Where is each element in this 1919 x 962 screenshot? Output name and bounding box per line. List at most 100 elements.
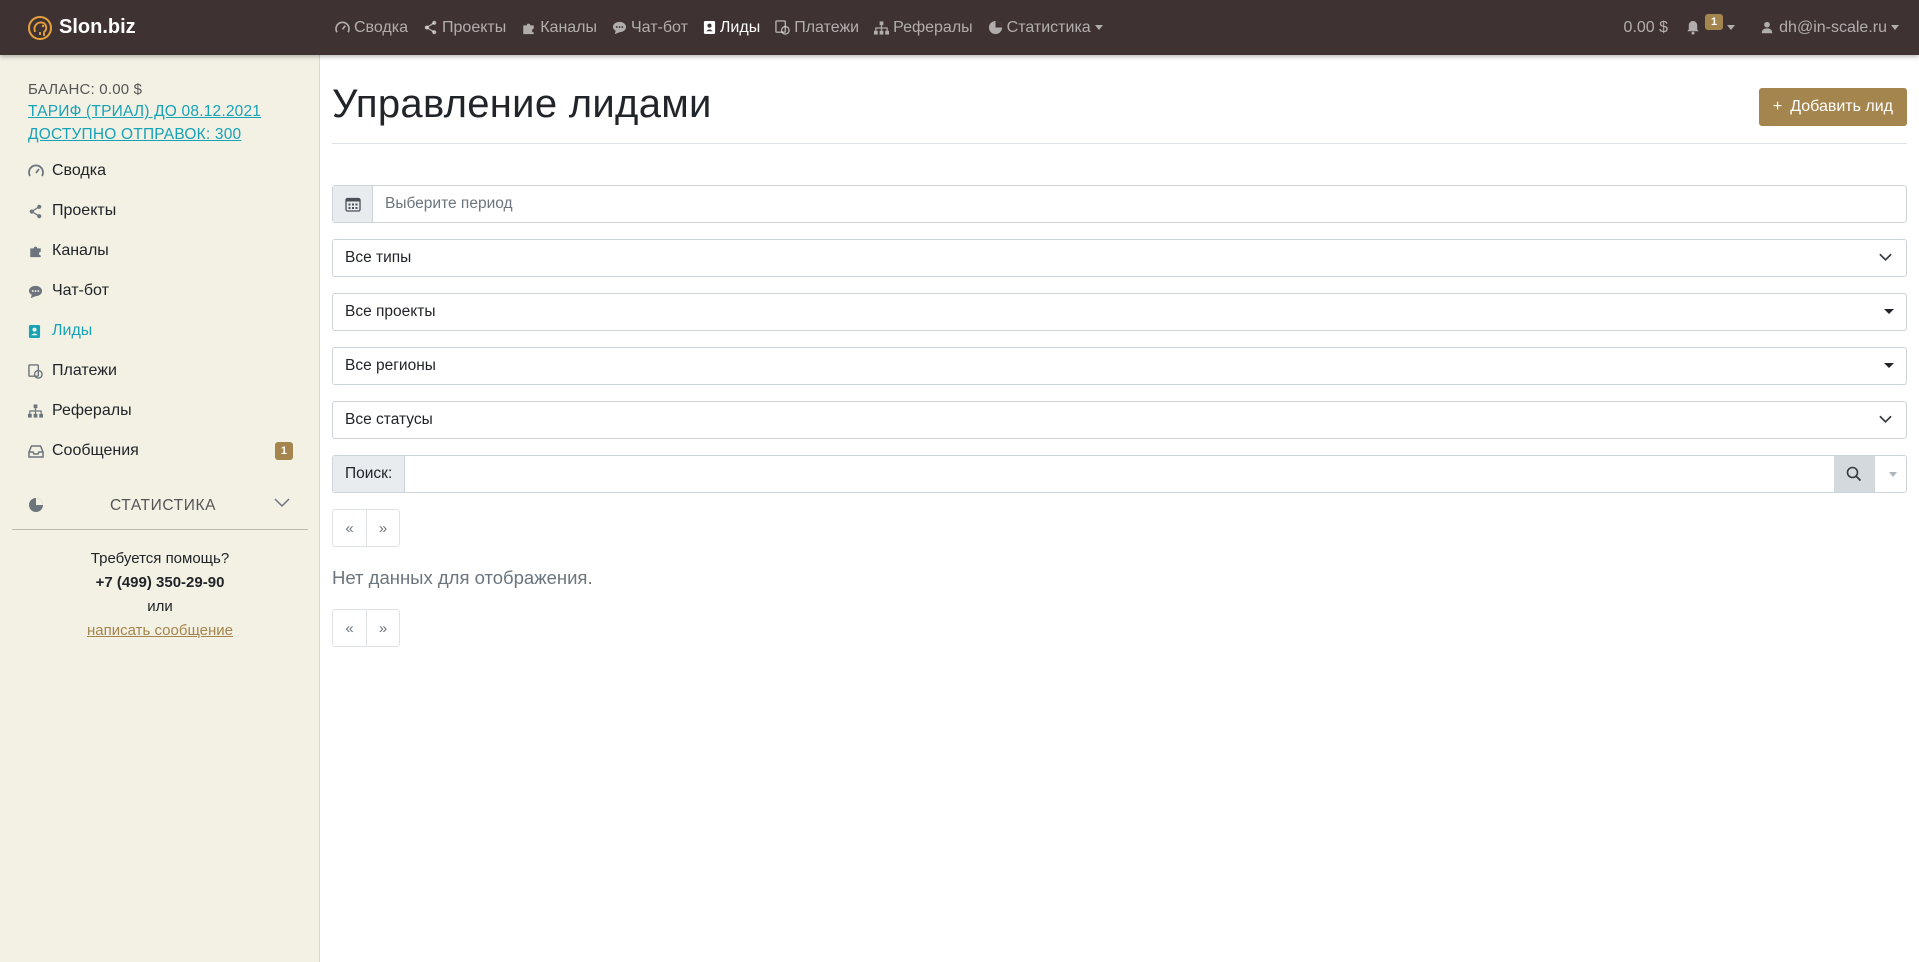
help-question: Требуется помощь? bbox=[90, 550, 230, 567]
sidebar-item-chatbot[interactable]: Чат-бот bbox=[0, 271, 320, 311]
caret-down-icon bbox=[1888, 471, 1897, 477]
projects-value: Все проекты bbox=[345, 303, 436, 320]
chat-icon bbox=[28, 285, 43, 298]
help-phone: +7 (499) 350-29-90 bbox=[95, 574, 225, 591]
pagination-bottom: « » bbox=[332, 609, 400, 647]
calendar-icon[interactable] bbox=[333, 186, 373, 222]
top-nav: Сводка Проекты Каналы Чат-бот Лиды Плате… bbox=[335, 0, 1118, 55]
topnav-label: Сводка bbox=[354, 18, 409, 36]
add-lead-button[interactable]: + Добавить лид bbox=[1758, 88, 1907, 126]
sitemap-icon bbox=[28, 404, 43, 418]
help-block: Требуется помощь? +7 (499) 350-29-90 или… bbox=[0, 547, 320, 643]
chevron-down-icon bbox=[1094, 25, 1103, 30]
next-page-button[interactable]: » bbox=[366, 510, 399, 546]
sidebar-item-leads[interactable]: Лиды bbox=[0, 311, 320, 351]
sidebar-menu: Сводка Проекты Каналы Чат-бот Лиды Плате… bbox=[0, 151, 320, 471]
prev-page-button[interactable]: « bbox=[333, 610, 366, 646]
topnav-label: Рефералы bbox=[893, 18, 973, 36]
sidebar-item-label: Лиды bbox=[52, 322, 93, 339]
chevron-down-icon bbox=[1879, 415, 1892, 424]
chevron-down-icon bbox=[1879, 253, 1892, 262]
topnav-label: Лиды bbox=[719, 18, 761, 36]
sidebar-item-messages[interactable]: Сообщения 1 bbox=[0, 431, 320, 471]
topnav-item-referrals[interactable]: Рефералы bbox=[874, 19, 973, 37]
search-bar: Поиск: bbox=[332, 455, 1907, 493]
topnav-label: Чат-бот bbox=[631, 18, 688, 36]
sidebar-statistics-toggle[interactable]: СТАТИСТИКА bbox=[12, 482, 308, 530]
period-picker[interactable]: Выберите период bbox=[332, 185, 1907, 223]
sidebar-item-label: Каналы bbox=[52, 242, 109, 259]
tariff-link[interactable]: ТАРИФ (ТРИАЛ) ДО 08.12.2021 bbox=[28, 103, 261, 121]
sidebar-item-label: Чат-бот bbox=[52, 282, 109, 299]
available-sends-link[interactable]: ДОСТУПНО ОТПРАВОК: 300 bbox=[28, 126, 241, 144]
topnav-item-projects[interactable]: Проекты bbox=[423, 19, 506, 37]
chevron-down-icon bbox=[1727, 25, 1736, 30]
next-page-button[interactable]: » bbox=[366, 610, 399, 646]
chat-icon bbox=[612, 21, 627, 35]
search-label: Поиск: bbox=[333, 456, 406, 492]
search-icon bbox=[1846, 466, 1862, 482]
user-icon bbox=[1761, 21, 1773, 34]
contact-icon bbox=[28, 324, 41, 338]
search-input[interactable] bbox=[405, 456, 1834, 492]
sidebar-item-payments[interactable]: Платежи bbox=[0, 351, 320, 391]
caret-down-icon bbox=[1884, 309, 1894, 314]
prev-page-button[interactable]: « bbox=[333, 510, 366, 546]
dashboard-icon bbox=[28, 164, 44, 177]
types-value: Все типы bbox=[345, 249, 412, 266]
contact-icon bbox=[703, 21, 715, 34]
search-button[interactable] bbox=[1834, 456, 1874, 492]
topnav-label: Каналы bbox=[540, 18, 598, 36]
title-divider bbox=[332, 143, 1907, 144]
user-menu[interactable]: dh@in-scale.ru bbox=[1761, 19, 1899, 37]
sidebar-item-label: Сводка bbox=[52, 162, 107, 179]
caret-down-icon bbox=[1884, 363, 1894, 368]
regions-select[interactable]: Все регионы bbox=[332, 347, 1907, 385]
sidebar-balance: БАЛАНС: 0.00 $ bbox=[28, 81, 143, 98]
sidebar-item-label: Сообщения bbox=[52, 442, 139, 459]
statuses-value: Все статусы bbox=[345, 411, 433, 428]
sidebar-item-label: Проекты bbox=[52, 202, 117, 219]
sidebar-item-channels[interactable]: Каналы bbox=[0, 231, 320, 271]
top-balance: 0.00 $ bbox=[1623, 18, 1669, 36]
notifications-dropdown[interactable]: 1 bbox=[1686, 13, 1736, 36]
topnav-item-statistics[interactable]: Статистика bbox=[988, 19, 1103, 37]
top-navbar: Slon.biz Сводка Проекты Каналы Чат-бот Л… bbox=[0, 0, 1919, 55]
puzzle-icon bbox=[523, 23, 534, 34]
topnav-label: Проекты bbox=[442, 18, 507, 36]
topnav-item-leads[interactable]: Лиды bbox=[703, 19, 760, 37]
no-data-message: Нет данных для отображения. bbox=[332, 567, 593, 588]
dashboard-icon bbox=[335, 21, 350, 33]
sidebar-item-referrals[interactable]: Рефералы bbox=[0, 391, 320, 431]
inbox-icon bbox=[28, 444, 44, 458]
sidebar-item-label: Рефералы bbox=[52, 402, 132, 419]
statuses-select[interactable]: Все статусы bbox=[332, 401, 1907, 439]
topnav-item-channels[interactable]: Каналы bbox=[521, 19, 597, 37]
sidebar-item-projects[interactable]: Проекты bbox=[0, 191, 320, 231]
puzzle-icon bbox=[30, 246, 41, 258]
write-message-link[interactable]: написать сообщение bbox=[87, 622, 233, 639]
payments-icon bbox=[28, 363, 43, 379]
messages-count-badge: 1 bbox=[274, 442, 293, 460]
help-or: или bbox=[147, 598, 173, 615]
chevron-down-icon bbox=[1891, 25, 1899, 30]
notification-badge: 1 bbox=[1705, 13, 1724, 30]
topnav-item-payments[interactable]: Платежи bbox=[775, 19, 859, 37]
share-icon bbox=[424, 20, 437, 35]
brand-logo[interactable]: Slon.biz bbox=[27, 0, 136, 55]
sidebar: БАЛАНС: 0.00 $ ТАРИФ (ТРИАЛ) ДО 08.12.20… bbox=[0, 55, 320, 962]
period-placeholder: Выберите период bbox=[385, 195, 513, 212]
topnav-item-chatbot[interactable]: Чат-бот bbox=[612, 19, 688, 37]
search-options-dropdown[interactable] bbox=[1874, 456, 1906, 492]
add-lead-label: Добавить лид bbox=[1790, 98, 1893, 115]
types-select[interactable]: Все типы bbox=[332, 239, 1907, 277]
sidebar-item-dashboard[interactable]: Сводка bbox=[0, 151, 320, 191]
page-title: Управление лидами bbox=[332, 82, 712, 126]
topnav-item-dashboard[interactable]: Сводка bbox=[335, 19, 408, 37]
elephant-logo-icon bbox=[28, 15, 52, 40]
projects-select[interactable]: Все проекты bbox=[332, 293, 1907, 331]
user-email: dh@in-scale.ru bbox=[1779, 18, 1887, 36]
topnav-label: Платежи bbox=[794, 18, 860, 36]
pagination-top: « » bbox=[332, 509, 400, 547]
pie-icon bbox=[988, 20, 1002, 35]
